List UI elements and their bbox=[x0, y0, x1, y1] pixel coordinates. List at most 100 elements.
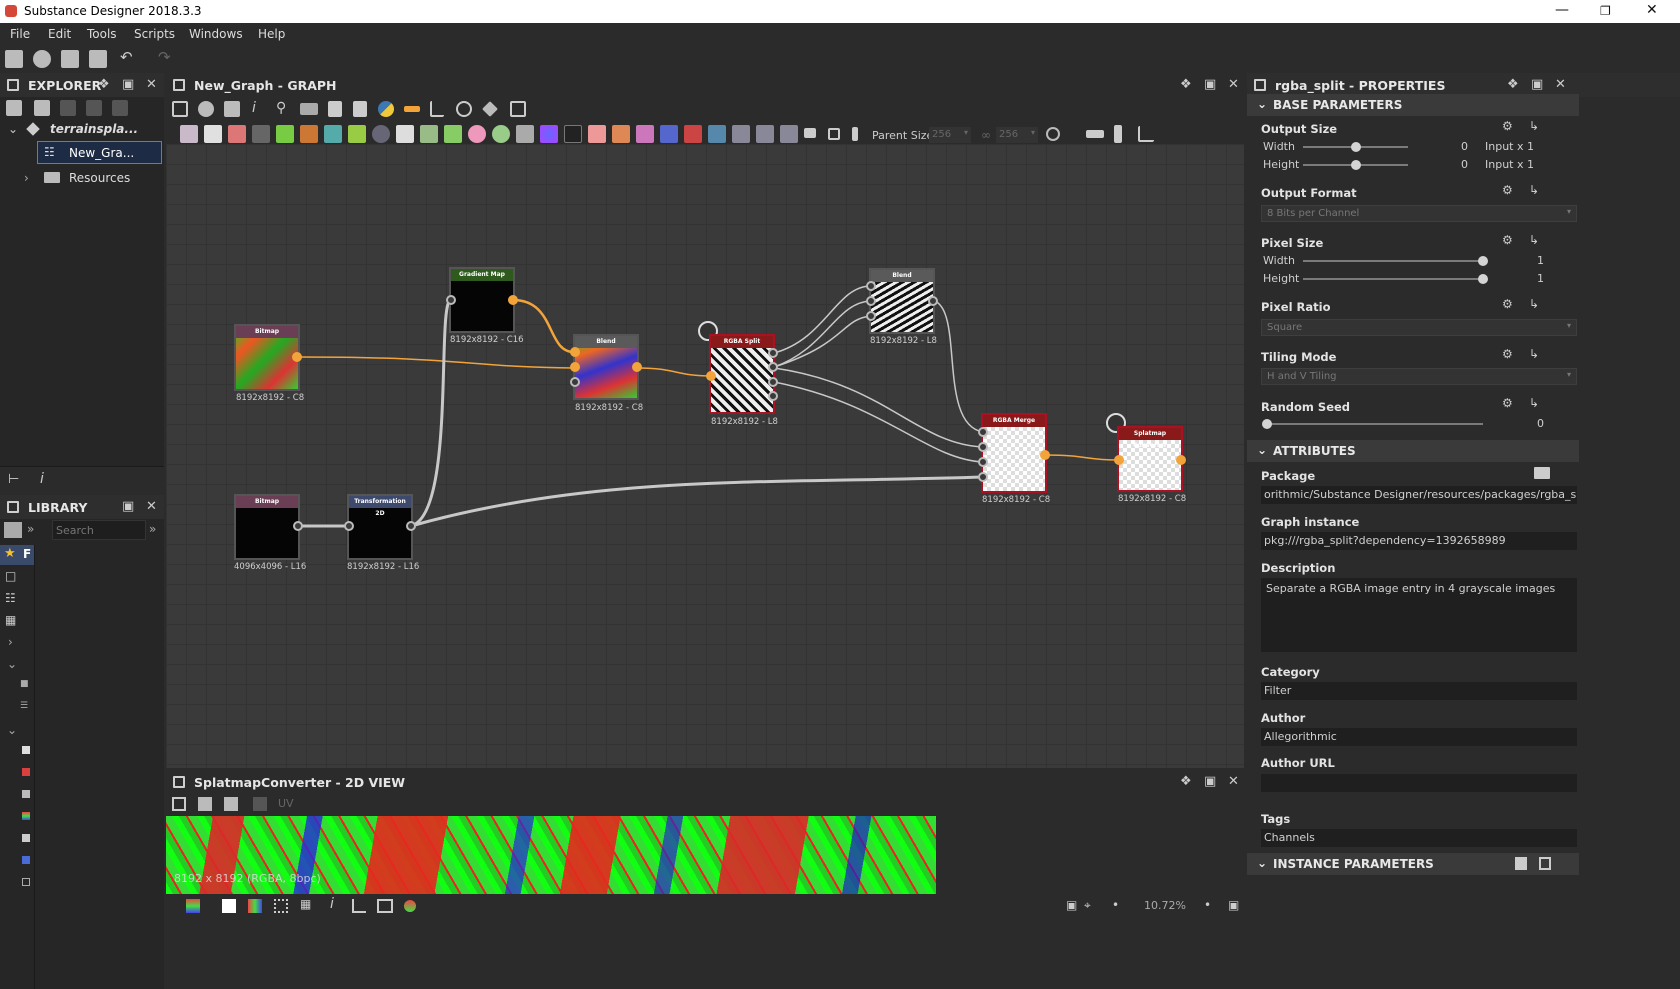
align-icon[interactable] bbox=[300, 103, 318, 115]
library-row[interactable] bbox=[0, 875, 30, 895]
description-field[interactable]: Separate a RGBA image entry in 4 graysca… bbox=[1261, 578, 1577, 652]
search-icon[interactable]: ⚲ bbox=[276, 100, 286, 116]
tree-icon[interactable]: ⊢ bbox=[8, 472, 19, 487]
node-graph-icon[interactable] bbox=[328, 101, 342, 117]
library-row[interactable]: ■ bbox=[0, 677, 29, 697]
library-row[interactable] bbox=[0, 831, 30, 851]
input-port[interactable] bbox=[446, 295, 456, 305]
library-row[interactable] bbox=[0, 787, 30, 807]
color-icon[interactable] bbox=[404, 900, 416, 912]
output-port[interactable] bbox=[928, 296, 938, 306]
pin-icon[interactable]: ❖ bbox=[1180, 774, 1192, 789]
refresh-icon[interactable] bbox=[456, 101, 472, 117]
color-node-icon[interactable] bbox=[300, 125, 318, 143]
input-port[interactable] bbox=[1114, 455, 1124, 465]
input-node-icon[interactable] bbox=[564, 125, 582, 143]
slider-knob[interactable] bbox=[1478, 256, 1488, 266]
wrench-icon[interactable] bbox=[482, 101, 498, 117]
chain-link-icon[interactable]: ∞ bbox=[981, 128, 991, 142]
instance-parameters-section[interactable]: ⌄ INSTANCE PARAMETERS bbox=[1247, 853, 1579, 875]
expand-right-icon[interactable]: » bbox=[149, 522, 156, 536]
comment-icon[interactable] bbox=[804, 128, 816, 138]
new-substance-icon[interactable] bbox=[33, 50, 51, 68]
snap-icon[interactable] bbox=[1138, 126, 1154, 142]
info-icon[interactable]: i bbox=[252, 100, 256, 116]
slider-knob[interactable] bbox=[1350, 160, 1361, 170]
input-port[interactable] bbox=[570, 347, 580, 357]
splatmap-converter-node[interactable]: Splatmap Converter bbox=[1117, 426, 1183, 492]
center-icon[interactable]: ⌖ bbox=[1084, 898, 1091, 913]
menu-help[interactable]: Help bbox=[258, 27, 285, 41]
bitmap-node[interactable]: Bitmap bbox=[234, 494, 300, 560]
input-port[interactable] bbox=[570, 377, 580, 387]
uv-toggle[interactable]: UV bbox=[278, 797, 294, 810]
hsl-node-icon[interactable] bbox=[540, 125, 558, 143]
library-row[interactable] bbox=[0, 765, 30, 785]
svg-node-icon[interactable] bbox=[204, 125, 222, 143]
blend-node[interactable]: Blend bbox=[573, 334, 639, 400]
tile-icon[interactable] bbox=[274, 899, 288, 913]
menu-scripts[interactable]: Scripts bbox=[134, 27, 175, 41]
library-row[interactable] bbox=[0, 809, 30, 829]
grid-node-icon[interactable] bbox=[396, 125, 414, 143]
zoom-level[interactable]: 10.72% bbox=[1144, 899, 1186, 912]
relative-param-icon[interactable]: ↳ bbox=[1529, 119, 1539, 133]
preset-icon[interactable] bbox=[1515, 857, 1527, 870]
preset-menu-icon[interactable] bbox=[1539, 857, 1551, 870]
output-port[interactable] bbox=[293, 521, 303, 531]
chevron-down-icon[interactable]: ⌄ bbox=[8, 122, 18, 136]
library-row[interactable] bbox=[0, 853, 30, 873]
link-param-icon[interactable]: ⚙ bbox=[1502, 183, 1513, 197]
library-row[interactable]: ⌄ bbox=[0, 655, 28, 675]
copy-image-icon[interactable] bbox=[224, 797, 238, 811]
open-folder-icon[interactable] bbox=[61, 50, 79, 68]
output-height-mode[interactable]: Input x 1 bbox=[1485, 158, 1534, 171]
shape-node-icon[interactable] bbox=[420, 125, 438, 143]
output-port[interactable] bbox=[768, 362, 778, 372]
library-row[interactable] bbox=[0, 743, 30, 763]
output-node-icon[interactable] bbox=[780, 125, 798, 143]
zoom-out-icon[interactable]: • bbox=[1112, 898, 1119, 912]
blend-node[interactable]: Blend bbox=[869, 268, 935, 334]
rgba-merge-node[interactable]: RGBA Merge bbox=[981, 413, 1047, 493]
save-icon[interactable] bbox=[89, 50, 107, 68]
input-port[interactable] bbox=[978, 457, 988, 467]
uniform-color-icon[interactable] bbox=[228, 125, 246, 143]
output-format-select[interactable]: 8 Bits per Channel ▾ bbox=[1261, 205, 1577, 222]
transform-node-icon[interactable] bbox=[324, 125, 342, 143]
output-width-slider[interactable] bbox=[1303, 142, 1408, 152]
save-package-icon[interactable] bbox=[6, 100, 22, 116]
pin-icon[interactable]: ❖ bbox=[1507, 77, 1519, 92]
pixel-ratio-select[interactable]: Square ▾ bbox=[1261, 319, 1577, 336]
parent-size-select-2[interactable]: 256 ▾ bbox=[996, 127, 1038, 143]
output-port[interactable] bbox=[768, 377, 778, 387]
input-port[interactable] bbox=[866, 296, 876, 306]
input-port[interactable] bbox=[866, 281, 876, 291]
library-search-input[interactable] bbox=[52, 520, 146, 540]
layers-icon[interactable] bbox=[186, 899, 200, 913]
minimize-icon[interactable]: — bbox=[1555, 2, 1569, 18]
publish-icon[interactable] bbox=[60, 100, 76, 116]
select-node-icon[interactable] bbox=[660, 125, 678, 143]
frame-icon[interactable] bbox=[828, 128, 840, 140]
close-panel-icon[interactable]: ✕ bbox=[1228, 77, 1239, 92]
tile-node-icon[interactable] bbox=[708, 125, 726, 143]
float-icon[interactable]: ▣ bbox=[122, 77, 134, 92]
vertical-align-icon[interactable] bbox=[1114, 125, 1122, 143]
tags-field[interactable]: Channels bbox=[1261, 829, 1577, 847]
output-port[interactable] bbox=[632, 362, 642, 372]
favorites-row[interactable]: ★ F bbox=[0, 545, 34, 565]
output-port[interactable] bbox=[768, 391, 778, 401]
link-param-icon[interactable]: ⚙ bbox=[1502, 297, 1513, 311]
bitmap-node[interactable]: Bitmap bbox=[234, 324, 300, 391]
link-param-icon[interactable]: ⚙ bbox=[1502, 119, 1513, 133]
package-name[interactable]: terrainspla... bbox=[50, 122, 138, 136]
splatmap-preview-image[interactable]: 8192 x 8192 (RGBA, 8bpc) bbox=[166, 816, 936, 894]
bitmap-node-icon[interactable] bbox=[180, 125, 198, 143]
transformation-2d-node[interactable]: Transformation 2D bbox=[347, 494, 413, 560]
input-port[interactable] bbox=[978, 442, 988, 452]
new-package-icon[interactable] bbox=[5, 50, 23, 68]
share-icon[interactable] bbox=[253, 797, 267, 811]
library-row[interactable]: ☷ bbox=[0, 589, 28, 609]
transform-icon[interactable]: ▦ bbox=[300, 897, 311, 911]
